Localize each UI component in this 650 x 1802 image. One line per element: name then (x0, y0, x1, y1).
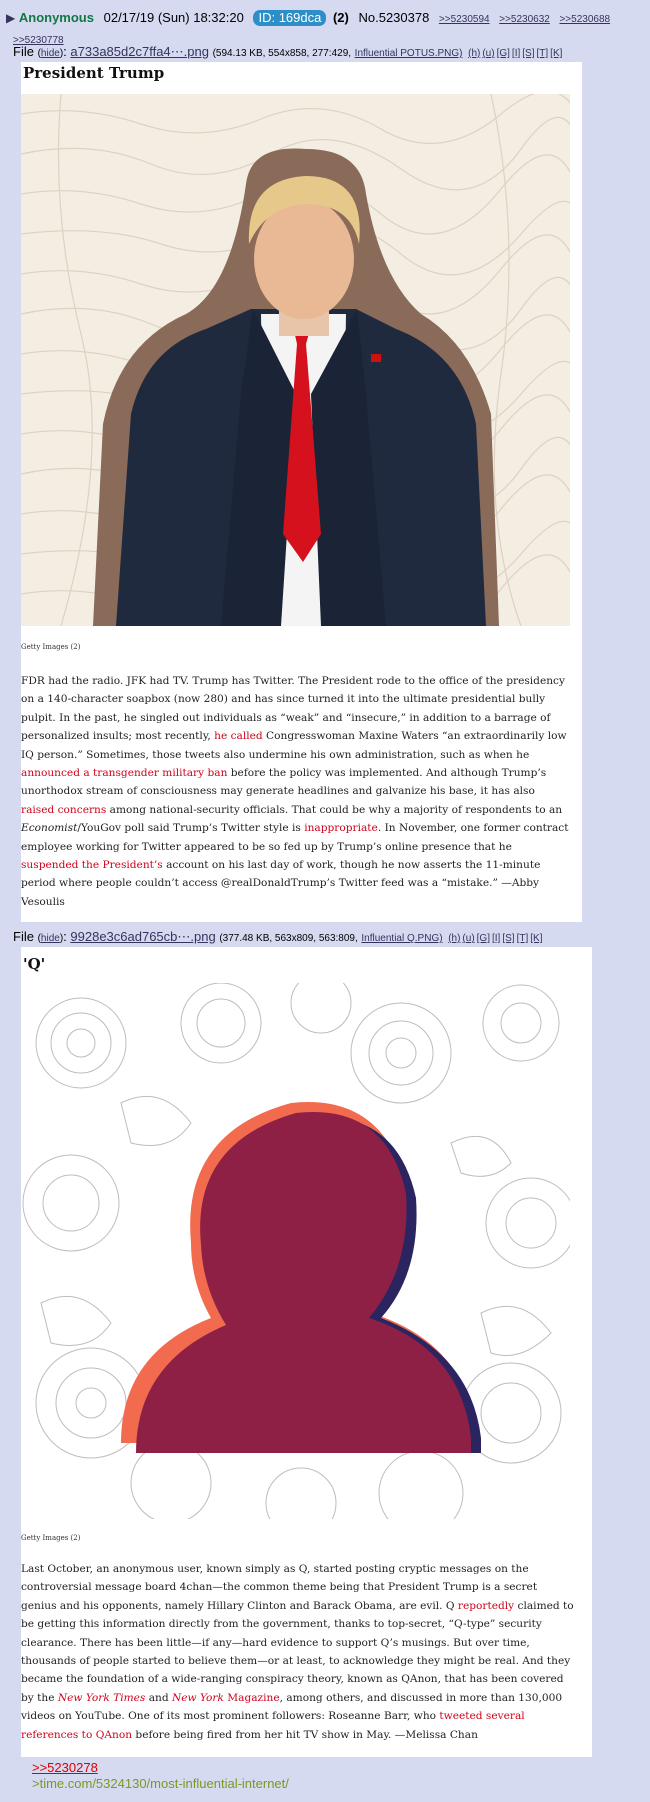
post-number[interactable]: No.5230378 (358, 10, 429, 25)
text-segment: and (145, 1691, 172, 1704)
article-body: FDR had the radio. JFK had TV. Trump has… (21, 672, 570, 911)
article-title: 'Q' (23, 955, 46, 973)
inline-link[interactable]: reportedly (458, 1600, 514, 1612)
post-count: (2) (332, 10, 349, 25)
photo-credit: Getty Images (2) (21, 1534, 81, 1542)
text-segment: among national-security officials. That … (106, 803, 563, 816)
file-action-link[interactable]: (u) (462, 933, 474, 944)
file-action-link[interactable]: (u) (482, 48, 494, 59)
text-segment: Economist (21, 822, 78, 835)
attached-image-1[interactable]: President Trump Getty Images (2) FDR had… (21, 62, 582, 922)
greentext-line: >time.com/5324130/most-influential-inter… (32, 1776, 289, 1791)
file-action-link[interactable]: [K] (550, 48, 562, 59)
attached-image-2[interactable]: 'Q' Getty Images (2) Last October, an an… (21, 947, 592, 1757)
poster-name: Anonymous (18, 10, 94, 25)
inline-link[interactable]: Magazine (227, 1692, 279, 1704)
article-body: Last October, an anonymous user, known s… (21, 1560, 575, 1744)
text-segment: before being fired from her hit TV show … (132, 1728, 478, 1741)
inline-link[interactable]: announced a transgender military ban (21, 767, 227, 779)
hide-file-link[interactable]: hide (41, 48, 60, 59)
file-name-link[interactable]: 9928e3c6ad765cb⋯.png (70, 929, 215, 944)
trump-illustration (21, 94, 570, 626)
file-action-link[interactable]: [T] (537, 48, 549, 59)
file-name-link[interactable]: a733a85d2c7ffa4⋯.png (70, 44, 209, 59)
file-action-link[interactable]: [T] (517, 933, 529, 944)
file-info-2: File (hide): 9928e3c6ad765cb⋯.png (377.4… (13, 929, 543, 944)
inline-link[interactable]: he called (214, 730, 263, 742)
q-illustration (22, 983, 570, 1519)
file-action-link[interactable]: [G] (497, 48, 510, 59)
text-segment: /YouGov poll said Trump’s Twitter style … (77, 822, 305, 835)
q-photo (21, 983, 570, 1519)
inline-link[interactable]: suspended the President’s (21, 859, 163, 871)
inline-link[interactable]: New York (172, 1692, 224, 1704)
file-action-link[interactable]: [K] (530, 933, 542, 944)
file-action-link[interactable]: (h) (448, 933, 460, 944)
file-prefix: File (13, 44, 34, 59)
post-menu-arrow-icon[interactable]: ▶ (6, 11, 15, 25)
quote-link[interactable]: >>5230278 (32, 1760, 289, 1776)
photo-credit: Getty Images (2) (21, 643, 81, 651)
poster-id-badge[interactable]: ID: 169dca (253, 10, 327, 26)
file-prefix: File (13, 929, 34, 944)
article-title: President Trump (23, 64, 165, 82)
file-action-link[interactable]: [I] (512, 48, 520, 59)
file-action-link[interactable]: (h) (468, 48, 480, 59)
file-meta: (594.13 KB, 554x858, 277:429, (212, 48, 352, 59)
backlink[interactable]: >>5230594 (439, 14, 490, 25)
file-action-link[interactable]: [G] (477, 933, 490, 944)
text-segment: claimed to be getting this information d… (21, 1599, 574, 1704)
inline-link[interactable]: inappropriate (304, 822, 378, 834)
original-filename-link[interactable]: Influential POTUS.PNG) (355, 48, 463, 59)
post-message: >>5230278 >time.com/5324130/most-influen… (32, 1760, 289, 1792)
file-action-link[interactable]: [S] (522, 48, 534, 59)
inline-link[interactable]: New York Times (58, 1692, 145, 1704)
post-datetime: 02/17/19 (Sun) 18:32:20 (103, 10, 244, 25)
backlink[interactable]: >>5230688 (559, 14, 610, 25)
file-info-1: File (hide): a733a85d2c7ffa4⋯.png (594.1… (13, 44, 563, 59)
file-action-link[interactable]: [S] (502, 933, 514, 944)
backlink[interactable]: >>5230632 (499, 14, 550, 25)
original-filename-link[interactable]: Influential Q.PNG) (361, 933, 442, 944)
file-meta: (377.48 KB, 563x809, 563:809, (219, 933, 358, 944)
hide-file-link[interactable]: hide (41, 933, 60, 944)
inline-link[interactable]: raised concerns (21, 804, 106, 816)
file-action-link[interactable]: [I] (492, 933, 500, 944)
trump-photo (21, 94, 570, 626)
